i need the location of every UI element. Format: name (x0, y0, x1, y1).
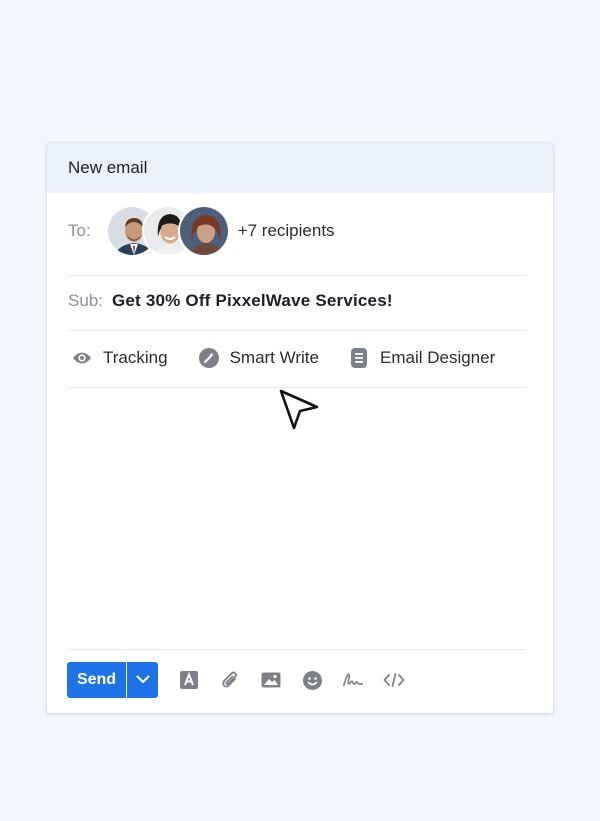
eye-icon (72, 348, 92, 368)
send-options-button[interactable] (126, 662, 158, 698)
chevron-down-icon (136, 671, 150, 689)
cursor-pointer-icon (278, 388, 320, 437)
magic-wand-icon (198, 347, 219, 368)
divider (68, 275, 526, 276)
recipients-count[interactable]: +7 recipients (238, 221, 335, 241)
emoji-icon[interactable] (301, 669, 323, 691)
image-icon[interactable] (260, 669, 282, 691)
email-designer-button[interactable]: Email Designer (349, 347, 496, 368)
compose-footer: Send (67, 662, 526, 698)
recipient-avatars[interactable] (105, 204, 230, 257)
text-format-icon[interactable] (178, 669, 200, 691)
send-button[interactable]: Send (67, 662, 126, 698)
compose-header: New email (47, 143, 553, 193)
send-button-group: Send (67, 662, 158, 698)
attachment-icon[interactable] (219, 669, 241, 691)
avatar-woman-portrait[interactable] (177, 204, 230, 257)
formatting-toolbar (178, 669, 424, 691)
to-label: To: (68, 220, 91, 240)
divider (68, 330, 526, 331)
subject-label: Sub: (68, 290, 103, 310)
tracking-button[interactable]: Tracking (72, 348, 168, 368)
compose-tools-row: Tracking Smart Write Email Designer (68, 340, 526, 375)
subject-field[interactable]: Get 30% Off PixxelWave Services! (112, 291, 393, 311)
signature-icon[interactable] (342, 669, 364, 691)
smart-write-label: Smart Write (229, 347, 319, 367)
code-icon[interactable] (383, 669, 405, 691)
compose-title: New email (68, 158, 148, 177)
divider (68, 649, 526, 650)
tracking-label: Tracking (103, 347, 168, 367)
subject-row[interactable]: Sub: Get 30% Off PixxelWave Services! (68, 283, 526, 318)
email-designer-label: Email Designer (379, 347, 496, 367)
document-icon (349, 347, 369, 368)
smart-write-button[interactable]: Smart Write (198, 347, 319, 368)
to-row[interactable]: To: +7 recipients (68, 203, 526, 258)
